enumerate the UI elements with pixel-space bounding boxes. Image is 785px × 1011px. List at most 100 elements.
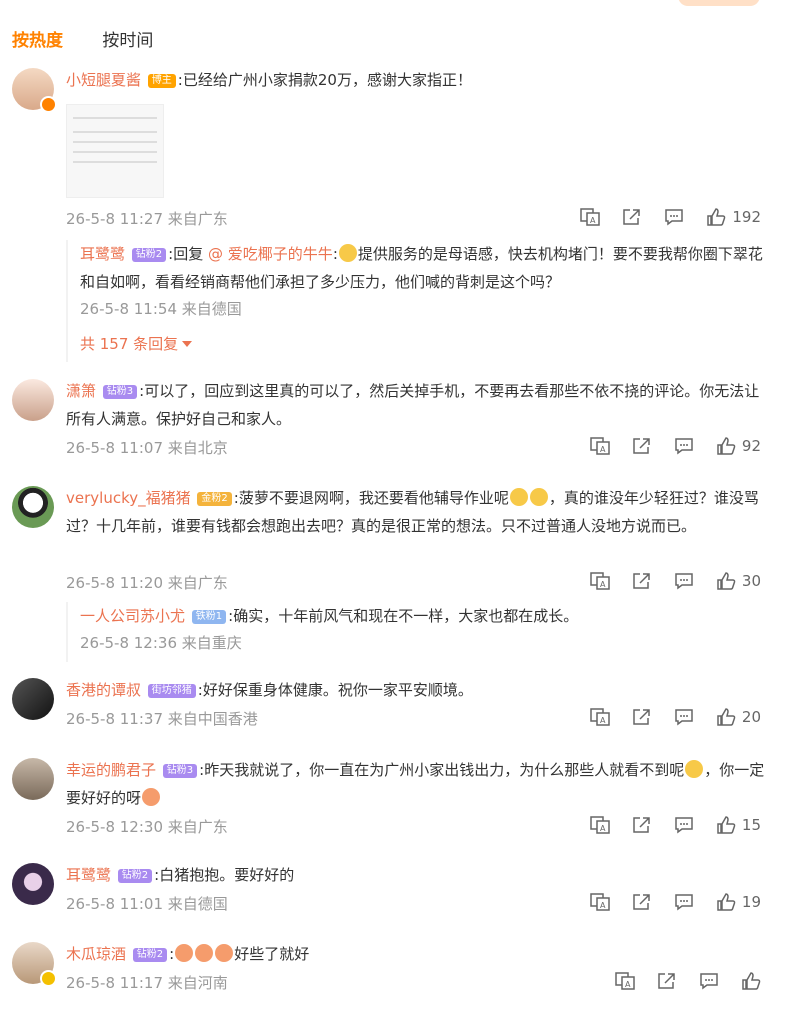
share-button[interactable] [632, 816, 652, 834]
translate-button[interactable]: A [590, 893, 610, 911]
sort-tabs: 按热度 按时间 [12, 26, 187, 51]
comment-time: 26-5-8 11:01 [66, 895, 163, 913]
share-button[interactable] [632, 572, 652, 590]
reply-location: 来自重庆 [181, 634, 242, 652]
translate-icon: A [590, 816, 610, 834]
comment-icon [700, 973, 718, 990]
comment-button[interactable] [674, 893, 694, 911]
username[interactable]: verylucky_福猪猪 [66, 489, 191, 507]
share-button[interactable] [657, 972, 677, 990]
share-icon [633, 438, 650, 454]
mention-link[interactable]: @ 爱吃椰子的牛牛 [208, 245, 333, 263]
reply-username[interactable]: 耳鹭鹭 [80, 245, 125, 263]
comment-text: 可以了，回应到这里真的可以了，然后关掉手机，不要再去看那些不依不挠的评论。你无法… [66, 382, 760, 428]
translate-icon: A [590, 437, 610, 455]
hug-emoji-icon [195, 944, 214, 962]
comment-time: 26-5-8 12:30 [66, 818, 163, 836]
fan-badge: 钻粉3 [162, 764, 198, 778]
share-icon [633, 817, 650, 833]
share-button[interactable] [632, 708, 652, 726]
avatar[interactable] [12, 486, 54, 528]
reply-location: 来自德国 [181, 300, 242, 318]
translate-button[interactable]: A [590, 437, 610, 455]
comment-time: 26-5-8 11:37 [66, 710, 163, 728]
fan-badge: 钻粉3 [102, 385, 138, 399]
like-count: 30 [741, 572, 761, 590]
thumbs-up-icon [717, 437, 736, 455]
avatar[interactable] [12, 758, 54, 800]
thumbs-up-icon [717, 816, 736, 834]
comment-button[interactable] [674, 708, 694, 726]
username[interactable]: 木瓜琼酒 [66, 945, 126, 963]
fan-badge: 街坊邻猪 [147, 684, 196, 698]
username[interactable]: 香港的谭叔 [66, 681, 141, 699]
thumbs-up-icon [707, 208, 726, 226]
comment-button[interactable] [674, 572, 694, 590]
svg-text:A: A [600, 824, 606, 833]
comment-icon [675, 709, 693, 726]
translate-icon: A [590, 893, 610, 911]
username[interactable]: 幸运的鹏君子 [66, 761, 156, 779]
comment-text: 好些了就好 [234, 945, 310, 963]
like-count: 19 [741, 893, 761, 911]
like-button[interactable]: 92 [716, 437, 761, 455]
reply-thread: 耳鹭鹭 钻粉2:回复 @ 爱吃椰子的牛牛: 提供服务的是母语感，快去机构堵门！要不… [66, 240, 765, 362]
comment-button[interactable] [674, 816, 694, 834]
like-count: 20 [741, 708, 761, 726]
like-button[interactable]: 192 [706, 208, 761, 226]
tab-hot[interactable]: 按热度 [12, 26, 63, 51]
translate-button[interactable]: A [580, 208, 601, 226]
hug-emoji-icon [175, 944, 194, 962]
share-icon [623, 209, 641, 225]
top-button-partial[interactable] [678, 0, 760, 6]
hug-emoji-icon [142, 788, 161, 806]
like-button[interactable]: 15 [716, 816, 761, 834]
username[interactable]: 耳鹭鹭 [66, 866, 111, 884]
translate-button[interactable]: A [590, 816, 610, 834]
tab-time[interactable]: 按时间 [102, 26, 153, 51]
svg-text:A: A [600, 901, 606, 910]
fan-badge: 钻粉2 [132, 948, 168, 962]
comment-button[interactable] [699, 972, 719, 990]
like-button[interactable]: 20 [716, 708, 761, 726]
reply-username[interactable]: 一人公司苏小尤 [80, 607, 185, 625]
translate-icon: A [590, 572, 610, 590]
share-icon [633, 573, 650, 589]
username[interactable]: 小短腿夏酱 [66, 71, 141, 89]
verified-icon [40, 96, 57, 113]
share-button[interactable] [632, 437, 652, 455]
thumbs-up-icon [742, 972, 761, 990]
more-replies-link[interactable]: 共 157 条回复 [80, 335, 193, 353]
translate-button[interactable]: A [590, 572, 610, 590]
thumbs-up-icon [717, 893, 736, 911]
comment-location: 来自广东 [167, 818, 228, 836]
like-button[interactable] [741, 972, 761, 990]
reply-thread: 一人公司苏小尤 铁粉1:确实，十年前风气和现在不一样，大家也都在成长。 26-5… [66, 602, 765, 662]
like-count: 15 [741, 816, 761, 834]
sweat-emoji-icon [685, 760, 704, 778]
attached-image-thumbnail[interactable] [66, 104, 164, 198]
username[interactable]: 潇箫 [66, 382, 96, 400]
share-button[interactable] [622, 208, 642, 226]
thumbs-up-icon [717, 572, 736, 590]
avatar[interactable] [12, 678, 54, 720]
comment-time: 26-5-8 11:20 [66, 574, 163, 592]
translate-button[interactable]: A [615, 972, 635, 990]
comment-icon [675, 573, 693, 590]
fan-badge: 钻粉2 [131, 248, 167, 262]
share-icon [633, 894, 650, 910]
translate-icon: A [580, 208, 601, 226]
comment-button[interactable] [674, 437, 694, 455]
translate-icon: A [590, 708, 610, 726]
reply-text: 确实，十年前风气和现在不一样，大家也都在成长。 [233, 607, 579, 625]
fan-badge: 钻粉2 [117, 869, 153, 883]
comment-location: 来自河南 [167, 974, 228, 992]
comment-button[interactable] [664, 208, 684, 226]
avatar[interactable] [12, 863, 54, 905]
translate-button[interactable]: A [590, 708, 610, 726]
like-button[interactable]: 19 [716, 893, 761, 911]
like-button[interactable]: 30 [716, 572, 761, 590]
comment-location: 来自中国香港 [167, 710, 258, 728]
avatar[interactable] [12, 379, 54, 421]
share-button[interactable] [632, 893, 652, 911]
